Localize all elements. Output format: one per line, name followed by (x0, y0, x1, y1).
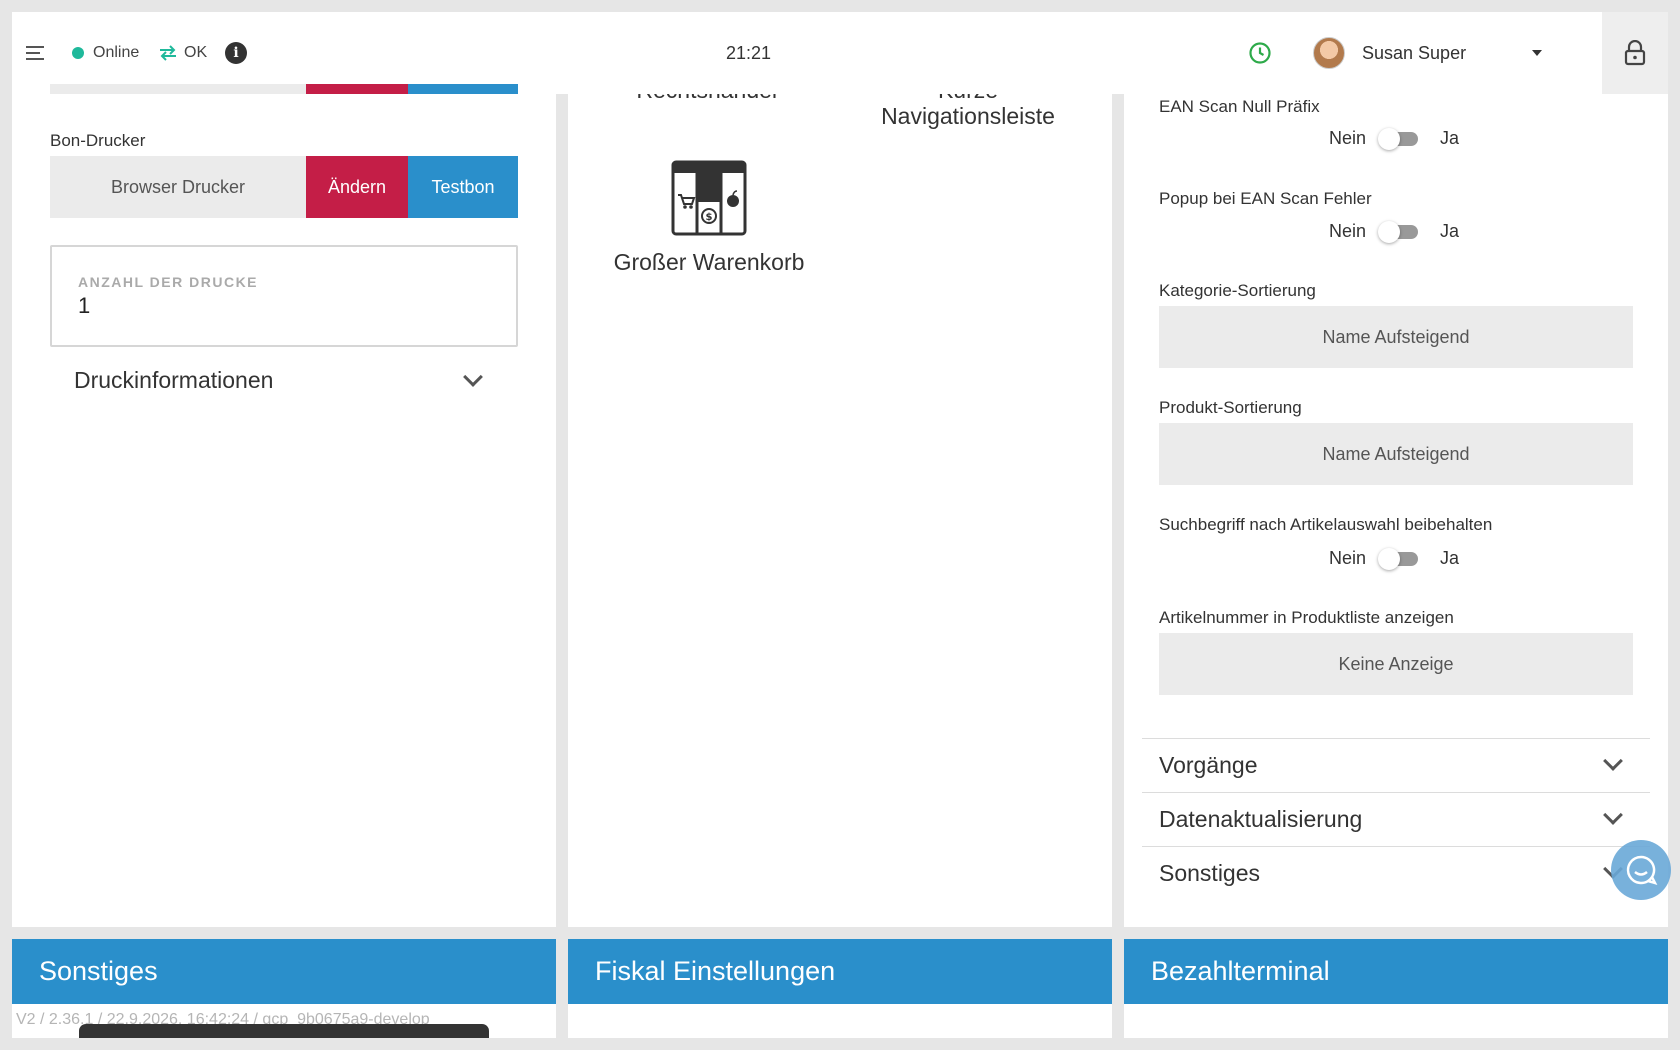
user-menu[interactable]: Susan Super (1313, 12, 1466, 94)
top-bar: Online OK i 21:21 Susan Super (12, 12, 1668, 94)
section-fiskal-header[interactable]: Fiskal Einstellungen (568, 939, 1112, 1004)
panel-scan-sort-settings: EAN Scan Null Präfix Nein Ja Popup bei E… (1124, 94, 1668, 927)
copies-input-label: ANZAHL DER DRUCKE (78, 274, 259, 290)
clock-icon[interactable] (1248, 41, 1272, 65)
artikelnummer-label: Artikelnummer in Produktliste anzeigen (1159, 608, 1454, 627)
previous-printer-field[interactable] (50, 84, 306, 94)
divider (1142, 738, 1650, 739)
datenaktualisierung-accordion[interactable]: Datenaktualisierung (1159, 806, 1362, 833)
online-status-label: Online (93, 44, 140, 61)
switch-knob[interactable] (1378, 220, 1401, 243)
toggle-no-label: Nein (1329, 128, 1367, 148)
info-icon[interactable]: i (225, 42, 247, 64)
section-bezahlterminal-header[interactable]: Bezahlterminal (1124, 939, 1668, 1004)
change-printer-button[interactable]: Ändern (306, 156, 408, 218)
copies-input-value[interactable]: 1 (78, 293, 90, 319)
suchbegriff-switch[interactable] (1378, 547, 1419, 570)
kategorie-sortierung-label: Kategorie-Sortierung (1159, 281, 1316, 300)
previous-change-button[interactable] (306, 84, 408, 94)
shift-clock-button[interactable] (1248, 12, 1272, 94)
lock-button[interactable] (1602, 12, 1668, 94)
chevron-down-icon[interactable] (1603, 751, 1623, 771)
kategorie-sortierung-select[interactable]: Name Aufsteigend (1159, 306, 1633, 368)
vorgaenge-accordion[interactable]: Vorgänge (1159, 752, 1257, 779)
user-name: Susan Super (1362, 42, 1467, 63)
user-dropdown-toggle[interactable] (1531, 12, 1543, 94)
svg-text:$: $ (706, 212, 713, 223)
toggle-no-label: Nein (1329, 548, 1367, 568)
produkt-sortierung-label: Produkt-Sortierung (1159, 398, 1302, 417)
sync-status: OK (158, 12, 207, 94)
ean-null-prefix-label: EAN Scan Null Präfix (1159, 97, 1320, 116)
section-bezahlterminal-body (1124, 1004, 1668, 1038)
online-dot-icon (72, 47, 84, 59)
previous-test-button[interactable] (408, 84, 518, 94)
caret-down-icon[interactable] (1531, 49, 1543, 57)
tile-grosser-warenkorb-label[interactable]: Großer Warenkorb (598, 248, 820, 276)
toggle-yes-label: Ja (1440, 548, 1460, 568)
lock-icon[interactable] (1624, 40, 1646, 66)
tile-grosser-warenkorb[interactable]: $ (671, 160, 747, 241)
toggle-yes-label: Ja (1440, 128, 1460, 148)
info-button[interactable]: i (225, 12, 247, 94)
menu-icon[interactable] (26, 12, 54, 94)
panel-layout-settings: Rechtshänder Kurze Navigationsleiste $ G… (568, 94, 1112, 927)
toggle-no-label: Nein (1329, 221, 1367, 241)
sync-status-label: OK (184, 44, 208, 61)
sync-arrows-icon (160, 45, 176, 61)
horizontal-scrollbar[interactable] (79, 1024, 489, 1038)
section-sonstiges-header[interactable]: Sonstiges (12, 939, 556, 1004)
chevron-down-icon[interactable] (1603, 805, 1623, 825)
bon-drucker-label: Bon-Drucker (50, 131, 146, 150)
artikelnummer-select[interactable]: Keine Anzeige (1159, 633, 1633, 695)
divider (1142, 846, 1650, 847)
tile-rechtshaender-label[interactable]: Rechtshänder (608, 94, 808, 104)
ean-null-prefix-toggle[interactable]: Nein Ja (1329, 127, 1460, 150)
divider (1142, 792, 1650, 793)
copies-input[interactable]: ANZAHL DER DRUCKE 1 (50, 245, 518, 347)
popup-ean-error-label: Popup bei EAN Scan Fehler (1159, 189, 1372, 208)
ean-null-prefix-switch[interactable] (1378, 127, 1419, 150)
produkt-sortierung-select[interactable]: Name Aufsteigend (1159, 423, 1633, 485)
popup-ean-error-toggle[interactable]: Nein Ja (1329, 220, 1460, 243)
clock: 21:21 (726, 12, 771, 94)
switch-knob[interactable] (1378, 127, 1401, 150)
chat-icon[interactable] (1624, 853, 1658, 887)
suchbegriff-toggle[interactable]: Nein Ja (1329, 547, 1460, 570)
druckinformationen-accordion[interactable]: Druckinformationen (74, 367, 273, 394)
section-fiskal-body (568, 1004, 1112, 1038)
sonstiges-accordion[interactable]: Sonstiges (1159, 860, 1260, 887)
chat-support-button[interactable] (1611, 840, 1671, 900)
online-status: Online (72, 12, 139, 94)
switch-knob[interactable] (1378, 547, 1401, 570)
panel-printer-settings: Bon-Drucker Browser Drucker Ändern Testb… (12, 84, 556, 927)
avatar (1313, 37, 1345, 69)
popup-ean-error-switch[interactable] (1378, 220, 1419, 243)
large-cart-layout-icon[interactable]: $ (671, 160, 747, 236)
tile-kurze-nav-label-line2[interactable]: Navigationsleiste (858, 102, 1078, 130)
test-print-button[interactable]: Testbon (408, 156, 518, 218)
chevron-down-icon[interactable] (463, 367, 483, 387)
toggle-yes-label: Ja (1440, 221, 1460, 241)
clock-time: 21:21 (726, 42, 772, 63)
suchbegriff-label: Suchbegriff nach Artikelauswahl beibehal… (1159, 515, 1493, 534)
printer-name-field[interactable]: Browser Drucker (50, 156, 306, 218)
